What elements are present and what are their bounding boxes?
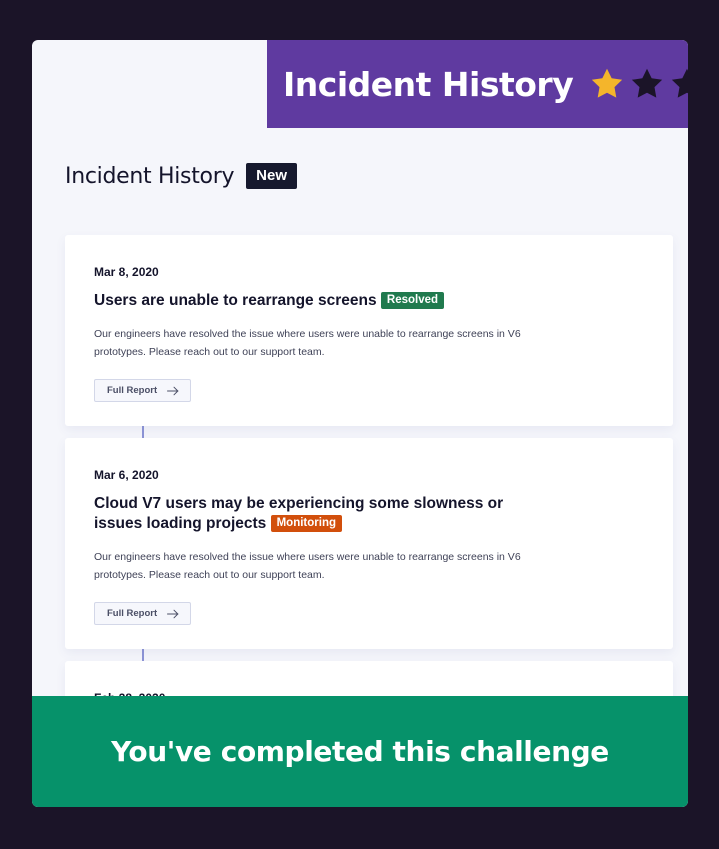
challenge-banner: Incident History	[267, 40, 688, 128]
status-badge: Resolved	[380, 292, 445, 309]
page-title: Incident History	[65, 163, 235, 189]
arrow-right-icon	[167, 386, 179, 395]
incident-description: Our engineers have resolved the issue wh…	[94, 551, 521, 581]
completion-overlay: You've completed this challenge	[32, 696, 688, 807]
incident-title: Cloud V7 users may be experiencing some …	[94, 494, 514, 534]
full-report-button[interactable]: Full Report	[94, 602, 192, 625]
full-report-button[interactable]: Full Report	[94, 379, 192, 402]
arrow-right-icon	[167, 609, 179, 618]
incident-date: Mar 6, 2020	[94, 468, 159, 482]
incident-card: Mar 6, 2020 Cloud V7 users may be experi…	[65, 438, 673, 649]
incident-title-text: Users are unable to rearrange screens	[94, 292, 377, 309]
incident-title: Users are unable to rearrange screens Re…	[94, 291, 514, 311]
incident-date: Mar 8, 2020	[94, 265, 159, 279]
status-badge: Monitoring	[270, 515, 342, 532]
full-report-label: Full Report	[107, 385, 158, 396]
star-filled-icon	[592, 68, 623, 98]
completion-message: You've completed this challenge	[111, 735, 609, 768]
new-badge: New	[246, 163, 298, 189]
full-report-label: Full Report	[107, 608, 158, 619]
incident-card: Mar 8, 2020 Users are unable to rearrang…	[65, 235, 673, 426]
difficulty-stars	[589, 66, 688, 102]
timeline-connector	[142, 426, 144, 438]
star-empty-icon	[632, 68, 663, 98]
star-empty-icon	[672, 68, 688, 98]
challenge-card: Incident History Incident History New Ma…	[32, 40, 688, 807]
banner-title: Incident History	[283, 64, 574, 104]
timeline-connector	[142, 649, 144, 661]
page-header: Incident History New	[65, 163, 298, 189]
incident-description: Our engineers have resolved the issue wh…	[94, 328, 521, 358]
